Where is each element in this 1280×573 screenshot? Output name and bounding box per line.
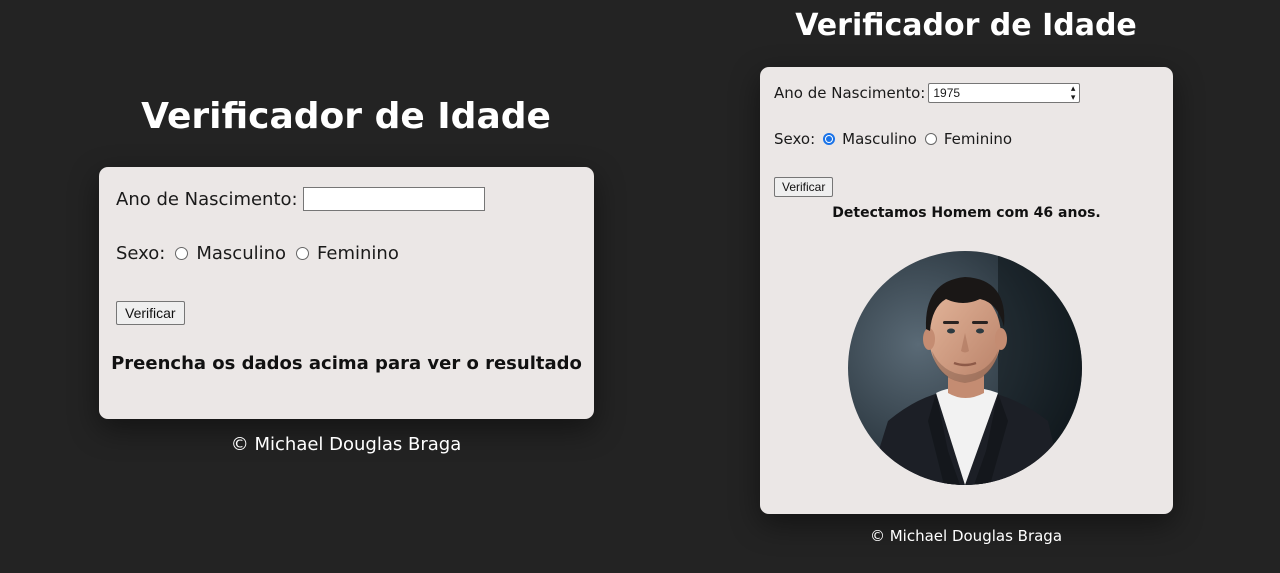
birth-year-label: Ano de Nascimento:: [116, 188, 298, 210]
left-panel: Verificador de Idade Ano de Nascimento: …: [0, 0, 690, 573]
birth-year-input[interactable]: [302, 187, 485, 211]
female-label[interactable]: Feminino: [944, 130, 1012, 148]
form-card: Ano de Nascimento: 1975 ▴ ▾ Sexo: Masculi…: [760, 67, 1173, 514]
birth-year-label: Ano de Nascimento:: [774, 84, 926, 102]
birth-year-row: Ano de Nascimento:: [116, 187, 485, 211]
sex-label: Sexo:: [116, 243, 166, 264]
male-label[interactable]: Masculino: [196, 243, 286, 264]
person-photo-illustration: [848, 251, 1082, 485]
sex-label: Sexo:: [774, 130, 816, 148]
birth-year-value: 1975: [933, 86, 961, 100]
male-radio[interactable]: [823, 133, 836, 145]
page-title: Verificador de Idade: [141, 96, 551, 137]
person-photo: [848, 251, 1082, 485]
male-radio[interactable]: [175, 247, 189, 260]
female-radio[interactable]: [296, 247, 310, 260]
footer-copyright: © Michael Douglas Braga: [869, 527, 1063, 545]
sex-row: Sexo: Masculino Feminino: [116, 243, 399, 264]
select-arrows-icon: ▴ ▾: [1070, 83, 1076, 102]
page-title: Verificador de Idade: [795, 8, 1137, 43]
male-label[interactable]: Masculino: [842, 130, 917, 148]
form-card: Ano de Nascimento: Sexo: Masculino Femin…: [99, 167, 594, 419]
female-label[interactable]: Feminino: [317, 243, 399, 264]
sex-row: Sexo: Masculino Feminino: [774, 130, 1012, 148]
verify-button[interactable]: Verificar: [774, 177, 834, 197]
right-panel: Verificador de Idade Ano de Nascimento: …: [690, 0, 1280, 573]
birth-year-select[interactable]: 1975 ▴ ▾: [928, 83, 1081, 103]
result-text: Detectamos Homem com 46 anos.: [832, 205, 1101, 221]
verify-button[interactable]: Verificar: [116, 301, 185, 325]
footer-copyright: © Michael Douglas Braga: [230, 434, 462, 455]
birth-year-row: Ano de Nascimento: 1975 ▴ ▾: [774, 83, 1081, 103]
result-text: Preencha os dados acima para ver o resul…: [111, 353, 582, 374]
female-radio[interactable]: [924, 133, 937, 145]
